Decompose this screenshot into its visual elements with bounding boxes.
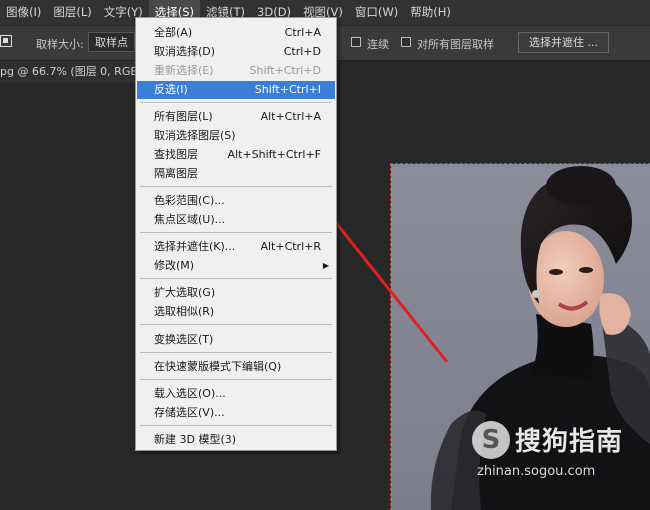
menu-separator bbox=[140, 102, 332, 103]
menu-separator bbox=[140, 425, 332, 426]
menu-item-save-selection[interactable]: 存储选区(V)... bbox=[137, 404, 335, 422]
sogou-logo-icon: S bbox=[472, 421, 510, 459]
menu-item-find-layers[interactable]: 查找图层 Alt+Shift+Ctrl+F bbox=[137, 146, 335, 164]
menu-item-reselect[interactable]: 重新选择(E) Shift+Ctrl+D bbox=[137, 62, 335, 80]
menu-item-quick-mask[interactable]: 在快速蒙版模式下编辑(Q) bbox=[137, 358, 335, 376]
menu-item-inverse[interactable]: 反选(I) Shift+Ctrl+I bbox=[137, 81, 335, 99]
menu-separator bbox=[140, 232, 332, 233]
menu-item-grow[interactable]: 扩大选取(G) bbox=[137, 284, 335, 302]
watermark-url: zhinan.sogou.com bbox=[477, 464, 596, 479]
menu-item-color-range[interactable]: 色彩范围(C)... bbox=[137, 192, 335, 210]
menu-item-deselect-layers[interactable]: 取消选择图层(S) bbox=[137, 127, 335, 145]
menu-item-transform-selection[interactable]: 变换选区(T) bbox=[137, 331, 335, 349]
menu-separator bbox=[140, 186, 332, 187]
menu-item-deselect[interactable]: 取消选择(D) Ctrl+D bbox=[137, 43, 335, 61]
select-menu-dropdown: 全部(A) Ctrl+A 取消选择(D) Ctrl+D 重新选择(E) Shif… bbox=[135, 17, 337, 451]
menu-item-similar[interactable]: 选取相似(R) bbox=[137, 303, 335, 321]
menu-item-new-3d-model[interactable]: 新建 3D 模型(3) bbox=[137, 431, 335, 449]
menu-item-all[interactable]: 全部(A) Ctrl+A bbox=[137, 24, 335, 42]
menu-separator bbox=[140, 352, 332, 353]
menu-item-isolate-layers[interactable]: 隔离图层 bbox=[137, 165, 335, 183]
menu-item-load-selection[interactable]: 载入选区(O)... bbox=[137, 385, 335, 403]
menu-separator bbox=[140, 379, 332, 380]
menu-separator bbox=[140, 278, 332, 279]
menu-item-focus-area[interactable]: 焦点区域(U)... bbox=[137, 211, 335, 229]
menu-item-select-and-mask[interactable]: 选择并遮住(K)... Alt+Ctrl+R bbox=[137, 238, 335, 256]
watermark-brand: 搜狗指南 bbox=[515, 427, 624, 457]
menu-item-modify[interactable]: 修改(M) ▶ bbox=[137, 257, 335, 275]
menu-item-all-layers[interactable]: 所有图层(L) Alt+Ctrl+A bbox=[137, 108, 335, 126]
submenu-arrow-icon: ▶ bbox=[322, 261, 329, 270]
menu-separator bbox=[140, 324, 332, 325]
